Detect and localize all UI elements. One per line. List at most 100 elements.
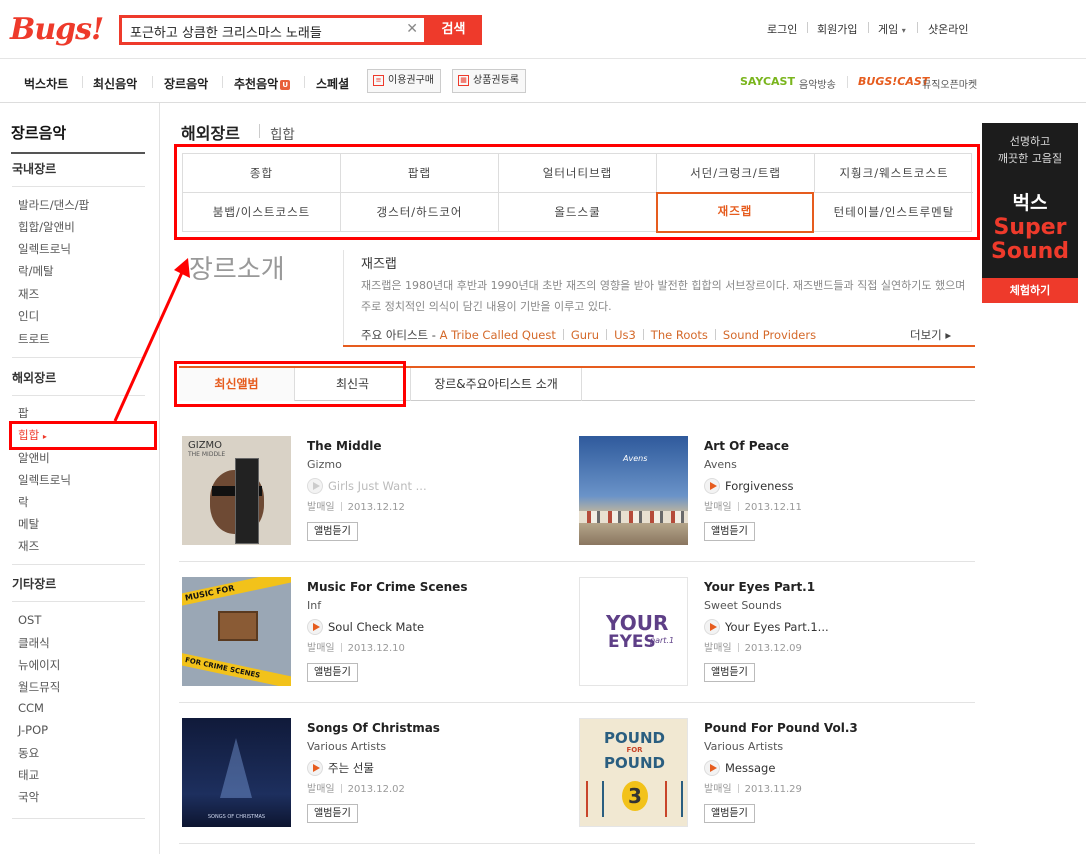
play-icon[interactable] [307, 760, 323, 776]
nav-recommend[interactable]: 추천음악 U [234, 75, 291, 92]
album-cover[interactable]: MUSIC FOR FOR CRIME SCENES [182, 577, 291, 686]
sidebar-item[interactable]: J-POP [18, 723, 48, 737]
listen-album-button[interactable]: 앨범듣기 [704, 522, 755, 541]
nav-special[interactable]: 스페셜 [316, 75, 349, 92]
sidebar-item[interactable]: 힙합/알앤비 [18, 219, 75, 235]
artist-link[interactable]: The Roots [651, 328, 708, 342]
saycast-logo[interactable]: SAYCAST [740, 75, 795, 88]
sidebar-item[interactable]: CCM [18, 701, 44, 715]
super-sound-ad[interactable]: 선명하고 깨끗한 고음질 벅스 Super Sound 체험하기 [982, 123, 1078, 303]
nav-new-music[interactable]: 최신음악 [93, 75, 137, 92]
sidebar-item-hiphop[interactable]: 힙합 ▸ [18, 427, 47, 443]
sidebar-item[interactable]: 태교 [18, 767, 39, 783]
game-menu[interactable]: 게임 ▾ [878, 21, 906, 37]
genre-tab[interactable]: 올드스쿨 [499, 193, 657, 232]
album-cover[interactable]: POUND FOR POUND 3 [579, 718, 688, 827]
sidebar-item[interactable]: 뉴에이지 [18, 657, 60, 673]
listen-album-button[interactable]: 앨범듣기 [307, 804, 358, 823]
coupon-button[interactable]: ▦ 상품권등록 [452, 69, 526, 93]
genre-tab[interactable]: 턴테이블/인스트루멘탈 [815, 193, 973, 232]
album-track[interactable]: Soul Check Mate [307, 619, 424, 635]
tab-genre-artists-intro[interactable]: 장르&주요아티스트 소개 [411, 368, 582, 401]
artist-link[interactable]: A Tribe Called Quest [440, 328, 556, 342]
buy-pass-button[interactable]: ≡ 이용권구매 [367, 69, 441, 93]
artist-link[interactable]: Sound Providers [723, 328, 816, 342]
genre-tab[interactable]: 얼터너티브랩 [499, 154, 657, 193]
genre-tab[interactable]: 붐뱁/이스트코스트 [183, 193, 341, 232]
sidebar-item[interactable]: 월드뮤직 [18, 679, 60, 695]
sidebar-item[interactable]: 일렉트로닉 [18, 241, 71, 257]
album-title[interactable]: Your Eyes Part.1 [704, 580, 815, 594]
shotonline-link[interactable]: 샷온라인 [928, 21, 968, 37]
tab-latest-songs[interactable]: 최신곡 [295, 368, 411, 401]
artist-link[interactable]: Guru [571, 328, 599, 342]
play-icon[interactable] [307, 478, 323, 494]
sidebar-item[interactable]: 국악 [18, 789, 39, 805]
play-icon[interactable] [704, 760, 720, 776]
listen-album-button[interactable]: 앨범듣기 [704, 663, 755, 682]
bugscast-logo[interactable]: BUGS!CAST [858, 75, 929, 88]
saycast-label[interactable]: 음악방송 [799, 76, 836, 91]
album-track[interactable]: 주는 선물 [307, 760, 374, 776]
sidebar-item[interactable]: 팝 [18, 405, 29, 421]
album-cover[interactable]: SONGS OF CHRISTMAS [182, 718, 291, 827]
genre-tab-jazz-rap[interactable]: 재즈랩 [656, 192, 814, 233]
clear-icon[interactable]: ✕ [406, 21, 418, 37]
album-cover[interactable]: GIZMO THE MIDDLE [182, 436, 291, 545]
bugs-logo[interactable]: Bugs! [10, 12, 104, 47]
sidebar-item[interactable]: OST [18, 613, 41, 627]
play-icon[interactable] [704, 619, 720, 635]
try-button[interactable]: 체험하기 [982, 278, 1078, 303]
signup-link[interactable]: 회원가입 [817, 21, 857, 37]
sidebar-item[interactable]: 인디 [18, 308, 39, 324]
sidebar-item[interactable]: 알앤비 [18, 450, 50, 466]
album-cover[interactable]: YOUR EYES part.1 [579, 577, 688, 686]
album-track[interactable]: Your Eyes Part.1... [704, 619, 829, 635]
sidebar-item[interactable]: 재즈 [18, 286, 39, 302]
tab-latest-albums[interactable]: 최신앨범 [179, 368, 295, 401]
bugscast-label[interactable]: 뮤직오픈마켓 [922, 76, 977, 91]
listen-album-button[interactable]: 앨범듣기 [704, 804, 755, 823]
album-title[interactable]: Songs Of Christmas [307, 721, 440, 735]
genre-tab[interactable]: 팝랩 [341, 154, 499, 193]
more-link[interactable]: 더보기 ▸ [910, 327, 951, 343]
album-artist[interactable]: Avens [704, 458, 737, 471]
sidebar-item[interactable]: 트로트 [18, 331, 50, 347]
album-title[interactable]: The Middle [307, 439, 382, 453]
listen-album-button[interactable]: 앨범듣기 [307, 663, 358, 682]
sidebar-item[interactable]: 클래식 [18, 635, 50, 651]
nav-genre-music[interactable]: 장르음악 [164, 75, 208, 92]
search-input[interactable] [130, 21, 400, 41]
album-title[interactable]: Pound For Pound Vol.3 [704, 721, 858, 735]
genre-tab[interactable]: 서던/크렁크/트랩 [657, 154, 815, 193]
album-artist[interactable]: Various Artists [307, 740, 386, 753]
genre-tab[interactable]: 종합 [183, 154, 341, 193]
album-cover[interactable]: Avens [579, 436, 688, 545]
album-track[interactable]: Forgiveness [704, 478, 794, 494]
nav-chart[interactable]: 벅스차트 [24, 75, 68, 92]
listen-album-button[interactable]: 앨범듣기 [307, 522, 358, 541]
sidebar-item[interactable]: 메탈 [18, 516, 39, 532]
search-button[interactable]: 검색 [425, 15, 482, 45]
album-artist[interactable]: Gizmo [307, 458, 342, 471]
search-box[interactable]: ✕ [119, 15, 427, 45]
sidebar-item[interactable]: 락/메탈 [18, 263, 54, 279]
sidebar-item[interactable]: 일렉트로닉 [18, 472, 71, 488]
play-icon[interactable] [704, 478, 720, 494]
artist-link[interactable]: Us3 [614, 328, 636, 342]
genre-tab[interactable]: 갱스터/하드코어 [341, 193, 499, 232]
play-icon[interactable] [307, 619, 323, 635]
album-title[interactable]: Art Of Peace [704, 439, 789, 453]
sidebar-item[interactable]: 락 [18, 494, 29, 510]
album-artist[interactable]: Inf [307, 599, 321, 612]
album-track[interactable]: Message [704, 760, 775, 776]
genre-tab[interactable]: 지훵크/웨스트코스트 [815, 154, 973, 193]
album-artist[interactable]: Various Artists [704, 740, 783, 753]
sidebar-item[interactable]: 동요 [18, 745, 39, 761]
album-track[interactable]: Girls Just Want ... [307, 478, 427, 494]
sidebar-item[interactable]: 재즈 [18, 538, 39, 554]
album-artist[interactable]: Sweet Sounds [704, 599, 782, 612]
login-link[interactable]: 로그인 [767, 21, 797, 37]
sidebar-item[interactable]: 발라드/댄스/팝 [18, 197, 89, 213]
album-title[interactable]: Music For Crime Scenes [307, 580, 467, 594]
